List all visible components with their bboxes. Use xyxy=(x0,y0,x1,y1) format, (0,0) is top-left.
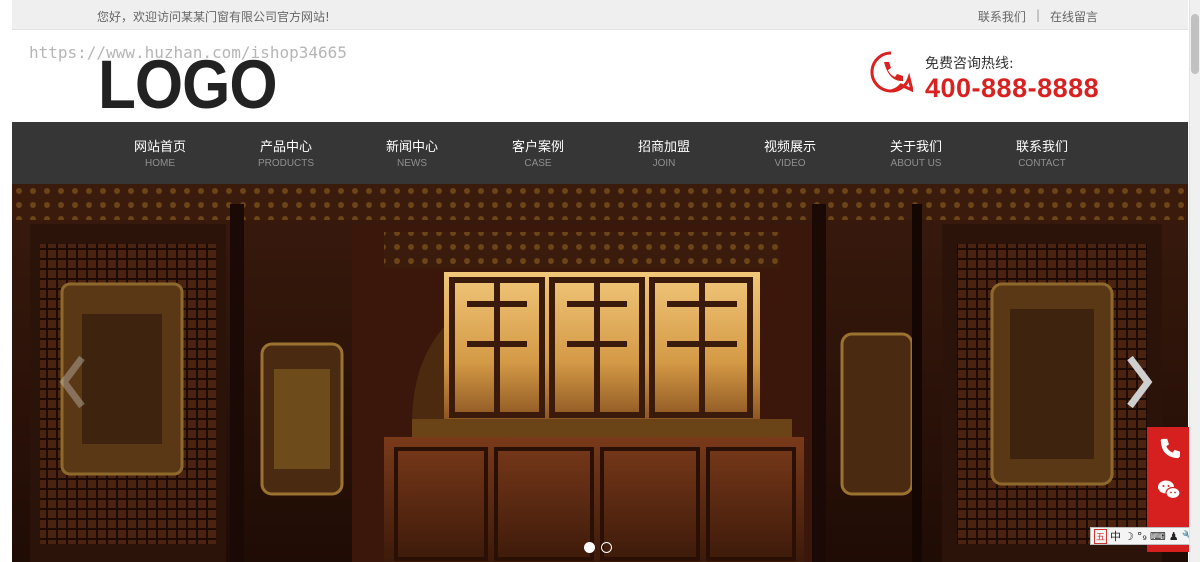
ime-moon-icon[interactable]: ☽ xyxy=(1124,530,1134,543)
message-link[interactable]: 在线留言 xyxy=(1050,8,1098,25)
nav-label: 客户案例 xyxy=(511,140,564,155)
chevron-right-icon[interactable] xyxy=(1124,354,1156,410)
nav-item-home[interactable]: 网站首页 HOME xyxy=(97,122,223,184)
phone-bubble-icon xyxy=(870,51,913,93)
nav-label: 联系我们 xyxy=(1015,140,1068,155)
ime-language[interactable]: 中 xyxy=(1110,528,1121,544)
nav-item-products[interactable]: 产品中心 PRODUCTS xyxy=(223,122,349,184)
ime-mode-icon[interactable]: 五 xyxy=(1094,528,1108,544)
phone-button[interactable] xyxy=(1147,427,1191,469)
phone-icon xyxy=(1160,438,1180,459)
wechat-icon xyxy=(1158,480,1181,500)
page: 您好，欢迎访问某某门窗有限公司官方网站! 联系我们 | 在线留言 LOGO ht… xyxy=(12,0,1188,562)
nav-sublabel: CONTACT xyxy=(1018,158,1066,169)
nav-item-news[interactable]: 新闻中心 NEWS xyxy=(349,122,475,184)
nav-item-case[interactable]: 客户案例 CASE xyxy=(475,122,601,184)
header: LOGO https://www.huzhan.com/ishop34665 免… xyxy=(12,30,1188,122)
nav-label: 关于我们 xyxy=(889,140,942,155)
nav-item-about[interactable]: 关于我们 ABOUT US xyxy=(853,122,979,184)
nav-sublabel: HOME xyxy=(145,158,175,169)
wechat-button[interactable] xyxy=(1147,469,1191,511)
nav-label: 新闻中心 xyxy=(385,140,438,155)
top-bar: 您好，欢迎访问某某门窗有限公司官方网站! 联系我们 | 在线留言 xyxy=(12,0,1188,30)
hero-banner[interactable] xyxy=(12,184,1188,562)
contact-link[interactable]: 联系我们 xyxy=(978,8,1026,25)
hotline-label: 免费咨询热线: xyxy=(925,56,1014,72)
top-links: 联系我们 | 在线留言 xyxy=(978,8,1098,25)
ime-toolbar: 五 中 ☽ °₉ ⌨ ♟ 🔧 xyxy=(1090,527,1200,545)
slider-dot[interactable] xyxy=(584,542,595,553)
nav-label: 网站首页 xyxy=(133,140,186,155)
scrollbar[interactable] xyxy=(1189,0,1200,562)
nav-sublabel: ABOUT US xyxy=(890,158,942,169)
main-nav: 网站首页 HOME 产品中心 PRODUCTS 新闻中心 NEWS 客户案例 C… xyxy=(12,122,1188,184)
hotline-number: 400-888-8888 xyxy=(925,73,1100,103)
banner-image xyxy=(12,184,1188,562)
chevron-left-icon[interactable] xyxy=(56,354,88,410)
nav-sublabel: PRODUCTS xyxy=(257,158,315,169)
ime-punct-icon[interactable]: °₉ xyxy=(1137,530,1147,543)
slider-dot[interactable] xyxy=(601,542,612,553)
nav-item-contact[interactable]: 联系我们 CONTACT xyxy=(979,122,1105,184)
nav-sublabel: JOIN xyxy=(652,158,676,169)
ime-user-icon[interactable]: ♟ xyxy=(1169,530,1179,543)
nav-sublabel: NEWS xyxy=(397,158,427,169)
watermark-text: https://www.huzhan.com/ishop34665 xyxy=(29,43,347,62)
nav-label: 视频展示 xyxy=(763,140,816,155)
ime-keyboard-icon[interactable]: ⌨ xyxy=(1150,530,1166,543)
link-separator: | xyxy=(1035,8,1040,22)
site-logo[interactable]: LOGO xyxy=(98,51,278,120)
scroll-thumb[interactable] xyxy=(1191,14,1199,74)
nav-sublabel: VIDEO xyxy=(774,158,806,169)
slider-dots xyxy=(584,542,612,553)
welcome-text: 您好，欢迎访问某某门窗有限公司官方网站! xyxy=(97,10,330,24)
nav-sublabel: CASE xyxy=(524,158,552,169)
nav-label: 产品中心 xyxy=(259,140,312,155)
nav-item-video[interactable]: 视频展示 VIDEO xyxy=(727,122,853,184)
nav-label: 招商加盟 xyxy=(637,140,690,155)
nav-item-join[interactable]: 招商加盟 JOIN xyxy=(601,122,727,184)
